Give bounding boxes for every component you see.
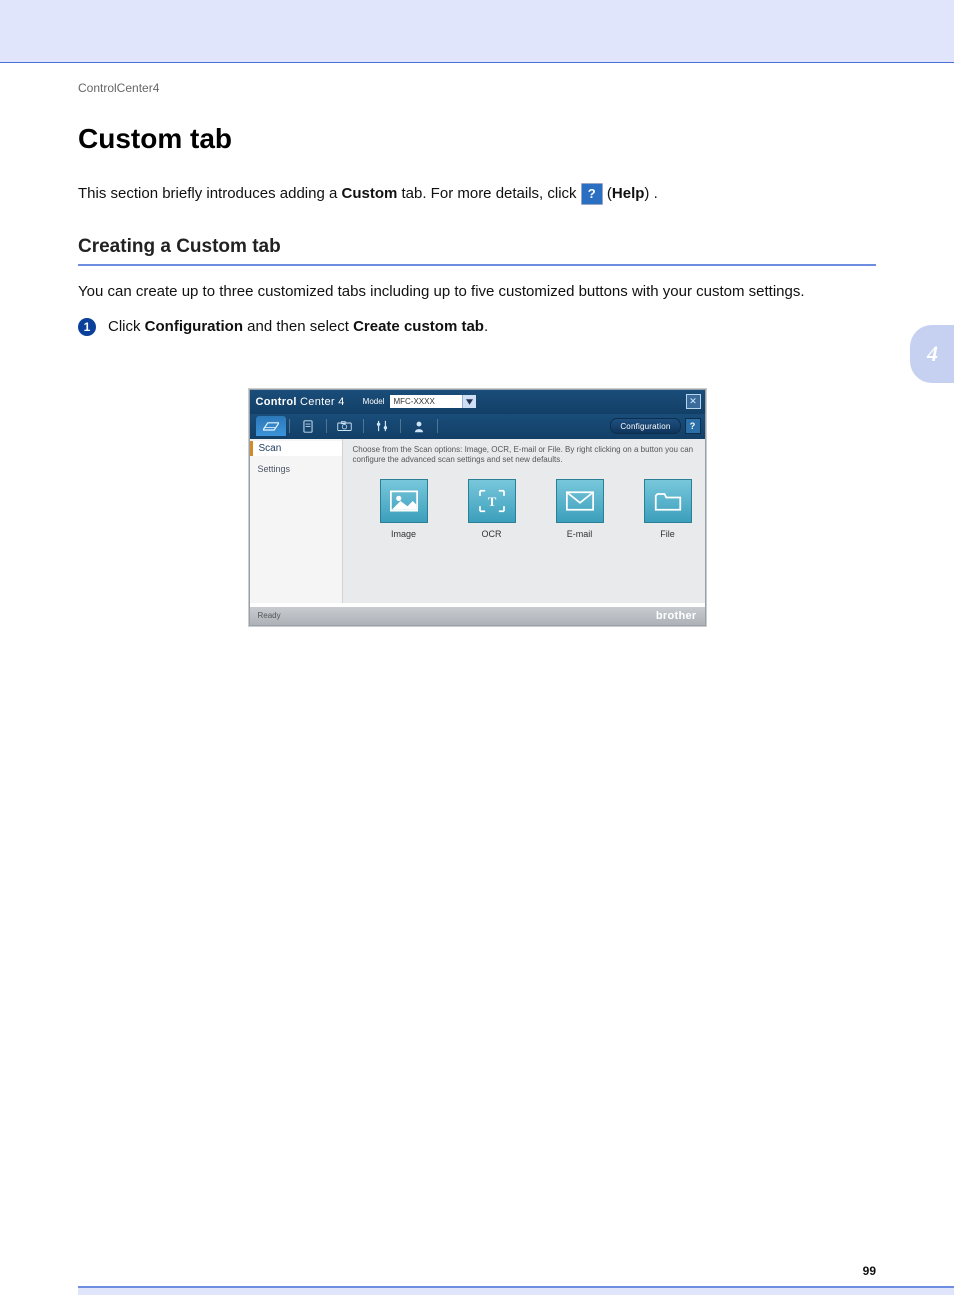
tab-separator bbox=[400, 419, 401, 433]
intro-bold-custom: Custom bbox=[341, 185, 397, 202]
cc-logo: Control Center 4 bbox=[256, 396, 345, 408]
help-icon: ? bbox=[581, 183, 603, 205]
cc-status-text: Ready bbox=[258, 611, 281, 620]
cc-description: Choose from the Scan options: Image, OCR… bbox=[353, 445, 695, 465]
document-icon bbox=[302, 420, 314, 433]
breadcrumb: ControlCenter4 bbox=[78, 81, 876, 95]
envelope-icon bbox=[566, 491, 594, 511]
configuration-button[interactable]: Configuration bbox=[610, 418, 680, 434]
step-text-c: and then select bbox=[243, 318, 353, 335]
close-icon[interactable]: ✕ bbox=[686, 394, 701, 409]
cc-tab-photo[interactable] bbox=[330, 416, 360, 436]
cc-tab-settings[interactable] bbox=[367, 416, 397, 436]
chapter-tab: 4 bbox=[910, 325, 954, 383]
page-number: 99 bbox=[863, 1264, 876, 1278]
image-icon bbox=[390, 490, 418, 512]
page-title: Custom tab bbox=[78, 123, 876, 155]
scan-image-button[interactable] bbox=[380, 479, 428, 523]
cc-model-value: MFC-XXXX bbox=[393, 397, 434, 406]
controlcenter-window: Control Center 4 Model MFC-XXXX ✕ bbox=[249, 389, 706, 626]
ocr-icon: T bbox=[478, 489, 506, 513]
intro-help-word: Help bbox=[612, 185, 645, 202]
step-number-badge: 1 bbox=[78, 318, 96, 336]
person-icon bbox=[413, 420, 425, 433]
tab-separator bbox=[289, 419, 290, 433]
tab-separator bbox=[326, 419, 327, 433]
tile-label: E-mail bbox=[553, 529, 607, 539]
chevron-down-icon bbox=[462, 395, 476, 408]
step-text-e: . bbox=[484, 318, 488, 335]
step-1-text: Click Configuration and then select Crea… bbox=[108, 316, 488, 339]
cc-main: Choose from the Scan options: Image, OCR… bbox=[343, 439, 705, 603]
cc-help-button[interactable]: ? bbox=[685, 418, 701, 434]
cc-tile-ocr: T OCR bbox=[465, 479, 519, 539]
section-rule bbox=[78, 264, 876, 266]
cc-tile-file: File bbox=[641, 479, 695, 539]
tile-label: File bbox=[641, 529, 695, 539]
footer-rule bbox=[78, 1286, 954, 1295]
page-top-band bbox=[0, 0, 954, 63]
intro-paren-open: ( bbox=[603, 185, 612, 202]
cc-tab-support[interactable] bbox=[404, 416, 434, 436]
step-text-config: Configuration bbox=[145, 318, 243, 335]
intro-paragraph: This section briefly introduces adding a… bbox=[78, 183, 876, 206]
folder-icon bbox=[654, 490, 682, 512]
cc-brand: brother bbox=[656, 610, 697, 622]
cc-tab-scan[interactable] bbox=[256, 416, 286, 436]
tab-separator bbox=[437, 419, 438, 433]
scan-file-button[interactable] bbox=[644, 479, 692, 523]
tile-label: Image bbox=[377, 529, 431, 539]
chapter-number: 4 bbox=[927, 341, 938, 367]
intro-text: This section briefly introduces adding a bbox=[78, 185, 341, 202]
scan-email-button[interactable] bbox=[556, 479, 604, 523]
scan-icon bbox=[263, 420, 279, 432]
cc-tabbar: Configuration ? bbox=[250, 414, 705, 439]
cc-tab-document[interactable] bbox=[293, 416, 323, 436]
step-1: 1 Click Configuration and then select Cr… bbox=[78, 316, 876, 339]
cc-model-select[interactable]: MFC-XXXX bbox=[390, 395, 476, 408]
cc-model-label: Model bbox=[363, 397, 385, 406]
tools-icon bbox=[376, 419, 388, 433]
camera-icon bbox=[337, 420, 352, 432]
cc-body: Scan Settings Choose from the Scan optio… bbox=[250, 439, 705, 603]
tab-separator bbox=[363, 419, 364, 433]
cc-statusbar: Ready brother bbox=[250, 607, 705, 625]
cc-logo-rest: Center 4 bbox=[297, 396, 345, 408]
tile-label: OCR bbox=[465, 529, 519, 539]
max-tabs-paragraph: You can create up to three customized ta… bbox=[78, 281, 876, 303]
intro-paren-close: ) . bbox=[644, 185, 657, 202]
cc-titlebar: Control Center 4 Model MFC-XXXX ✕ bbox=[250, 390, 705, 414]
cc-tile-email: E-mail bbox=[553, 479, 607, 539]
cc-logo-bold: Control bbox=[256, 396, 297, 408]
cc-tiles: Image T OCR bbox=[353, 479, 695, 539]
cc-sidebar: Scan Settings bbox=[250, 439, 343, 603]
step-text-create: Create custom tab bbox=[353, 318, 484, 335]
step-text-a: Click bbox=[108, 318, 145, 335]
scan-ocr-button[interactable]: T bbox=[468, 479, 516, 523]
svg-text:T: T bbox=[487, 495, 496, 509]
cc-tile-image: Image bbox=[377, 479, 431, 539]
intro-text-mid: tab. For more details, click bbox=[397, 185, 580, 202]
cc-sidebar-settings[interactable]: Settings bbox=[250, 462, 342, 476]
section-heading: Creating a Custom tab bbox=[78, 236, 876, 258]
cc-sidebar-scan[interactable]: Scan bbox=[250, 441, 342, 456]
